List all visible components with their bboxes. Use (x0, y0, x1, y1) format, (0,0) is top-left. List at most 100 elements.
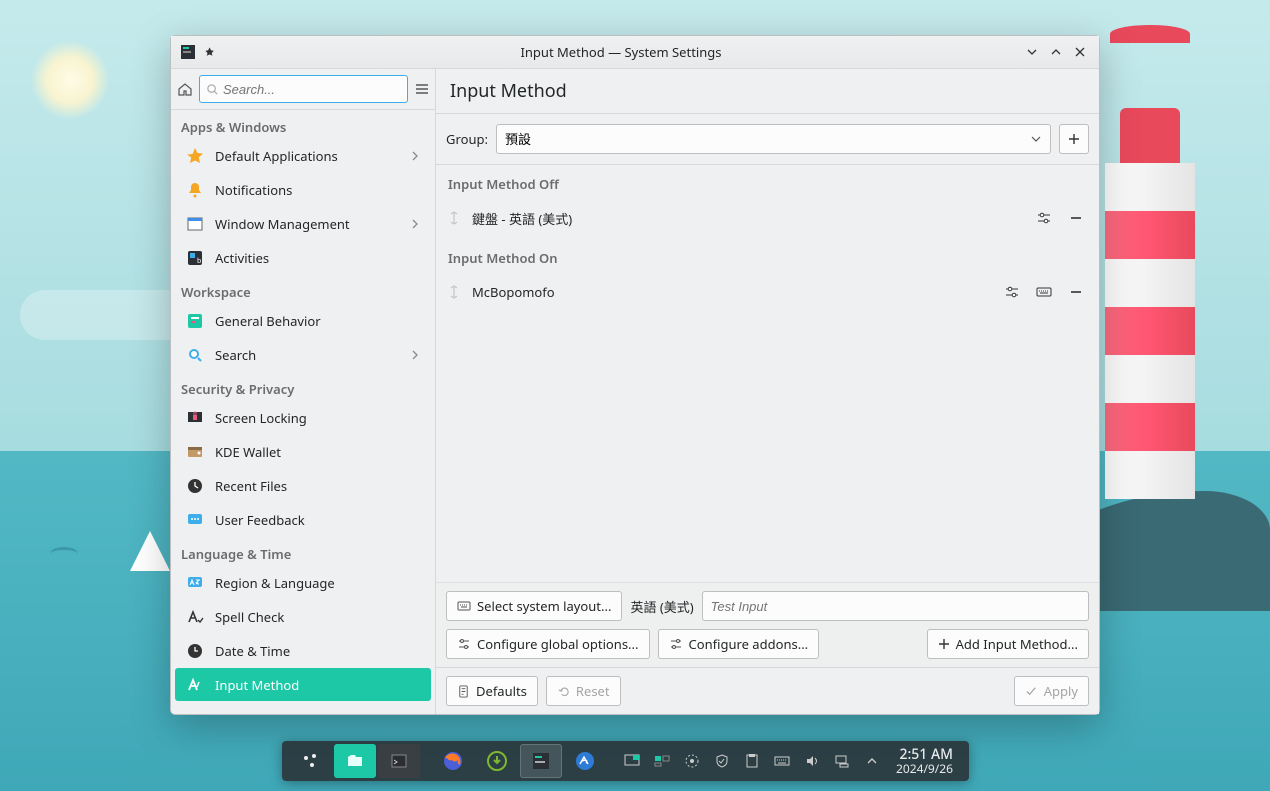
sidebar-item-region-language[interactable]: Region & Language (175, 566, 431, 599)
group-select[interactable]: 預設 (496, 124, 1051, 154)
footer: Defaults Reset Apply (436, 667, 1099, 714)
sidebar-item-kde-wallet[interactable]: KDE Wallet (175, 435, 431, 468)
tray-network-icon[interactable] (828, 747, 856, 775)
minimize-button[interactable] (1021, 41, 1043, 63)
drag-handle-icon[interactable] (448, 285, 462, 299)
im-name: McBopomofo (472, 283, 991, 301)
feedback-icon (185, 510, 205, 530)
input-icon (185, 675, 205, 695)
select-system-layout-button[interactable]: Select system layout... (446, 591, 622, 621)
window-title: Input Method — System Settings (223, 43, 1019, 61)
sliders-icon (669, 637, 683, 651)
sidebar-item-label: Spell Check (215, 608, 423, 626)
chevron-right-icon (409, 150, 423, 162)
sidebar-item-label: KDE Wallet (215, 443, 423, 461)
im-on-list: McBopomofo (436, 271, 1099, 313)
content-toolbar-row1: Select system layout... 英語 (美式) (436, 582, 1099, 629)
hamburger-menu-button[interactable] (414, 77, 430, 101)
clock-icon (185, 476, 205, 496)
configure-addons-button[interactable]: Configure addons... (658, 629, 820, 659)
sidebar-item-activities[interactable]: bActivities (175, 241, 431, 274)
taskbar-clock[interactable]: 2:51 AM 2024/9/26 (888, 747, 961, 776)
sidebar: Apps & WindowsDefault ApplicationsNotifi… (171, 69, 436, 714)
keyboard-layout-button[interactable] (1033, 281, 1055, 303)
datetime-icon (185, 641, 205, 661)
sidebar-item-label: Default Applications (215, 147, 399, 165)
drag-handle-icon[interactable] (448, 211, 462, 225)
sidebar-item-label: Search (215, 346, 399, 364)
configure-global-button[interactable]: Configure global options... (446, 629, 650, 659)
pin-icon[interactable] (201, 43, 219, 61)
test-input[interactable] (702, 591, 1089, 621)
tray-volume-icon[interactable] (798, 747, 826, 775)
tray-keyboard-icon[interactable] (768, 747, 796, 775)
sidebar-item-notifications[interactable]: Notifications (175, 173, 431, 206)
sidebar-item-label: Date & Time (215, 642, 423, 660)
tray-pager-icon[interactable] (648, 747, 676, 775)
sidebar-item-default-applications[interactable]: Default Applications (175, 139, 431, 172)
search-field[interactable] (223, 82, 401, 97)
app-launcher-button[interactable] (290, 744, 332, 778)
home-button[interactable] (177, 77, 193, 101)
spell-icon (185, 607, 205, 627)
page-title: Input Method (436, 69, 1099, 114)
apply-button[interactable]: Apply (1014, 676, 1089, 706)
close-button[interactable] (1069, 41, 1091, 63)
remove-im-button[interactable] (1065, 281, 1087, 303)
document-icon (457, 685, 470, 698)
sidebar-item-label: Region & Language (215, 574, 423, 592)
sidebar-item-user-feedback[interactable]: User Feedback (175, 503, 431, 536)
sidebar-item-date-time[interactable]: Date & Time (175, 634, 431, 667)
activities-icon: b (185, 248, 205, 268)
sidebar-item-spell-check[interactable]: Spell Check (175, 600, 431, 633)
search-icon (206, 83, 219, 96)
im-row[interactable]: McBopomofo (436, 271, 1099, 313)
chevron-right-icon (409, 349, 423, 361)
add-input-method-button[interactable]: Add Input Method... (927, 629, 1089, 659)
im-row[interactable]: 鍵盤 - 英語 (美式) (436, 197, 1099, 239)
configure-im-button[interactable] (1033, 207, 1055, 229)
tray-shield-icon[interactable] (708, 747, 736, 775)
sidebar-item-label: User Feedback (215, 511, 423, 529)
maximize-button[interactable] (1045, 41, 1067, 63)
sidebar-item-input-method[interactable]: Input Method (175, 668, 431, 701)
taskbar-firefox[interactable] (432, 744, 474, 778)
search-input[interactable] (199, 75, 408, 103)
star-icon (185, 146, 205, 166)
tray-chevron-up-icon[interactable] (858, 747, 886, 775)
taskbar-konsole[interactable] (378, 744, 420, 778)
taskbar-dolphin[interactable] (334, 744, 376, 778)
wallet-icon (185, 442, 205, 462)
defaults-button[interactable]: Defaults (446, 676, 538, 706)
bell-icon (185, 180, 205, 200)
tray-desktop-icon[interactable] (618, 747, 646, 775)
window-icon (185, 214, 205, 234)
reset-button[interactable]: Reset (546, 676, 621, 706)
titlebar[interactable]: Input Method — System Settings (171, 36, 1099, 69)
add-group-button[interactable] (1059, 124, 1089, 154)
sidebar-item-label: Recent Files (215, 477, 423, 495)
remove-im-button[interactable] (1065, 207, 1087, 229)
sidebar-list[interactable]: Apps & WindowsDefault ApplicationsNotifi… (171, 110, 435, 714)
taskbar-downloads[interactable] (476, 744, 518, 778)
content-pane: Input Method Group: 預設 Input Method Off … (436, 69, 1099, 714)
sidebar-item-recent-files[interactable]: Recent Files (175, 469, 431, 502)
taskbar-kate[interactable] (564, 744, 606, 778)
sidebar-item-window-management[interactable]: Window Management (175, 207, 431, 240)
sidebar-item-screen-locking[interactable]: Screen Locking (175, 401, 431, 434)
layout-value-label: 英語 (美式) (630, 597, 693, 616)
taskbar-system-settings[interactable] (520, 744, 562, 778)
tray-im-icon[interactable] (678, 747, 706, 775)
plus-icon (938, 638, 950, 650)
sidebar-item-general-behavior[interactable]: General Behavior (175, 304, 431, 337)
undo-icon (557, 685, 570, 698)
sidebar-item-search[interactable]: Search (175, 338, 431, 371)
tray-clipboard-icon[interactable] (738, 747, 766, 775)
taskbar: 2:51 AM 2024/9/26 (282, 741, 969, 781)
sidebar-item-label: General Behavior (215, 312, 423, 330)
sidebar-item-label: Window Management (215, 215, 399, 233)
configure-im-button[interactable] (1001, 281, 1023, 303)
im-off-list: 鍵盤 - 英語 (美式) (436, 197, 1099, 239)
window-app-icon (179, 43, 197, 61)
svg-text:b: b (197, 257, 201, 266)
